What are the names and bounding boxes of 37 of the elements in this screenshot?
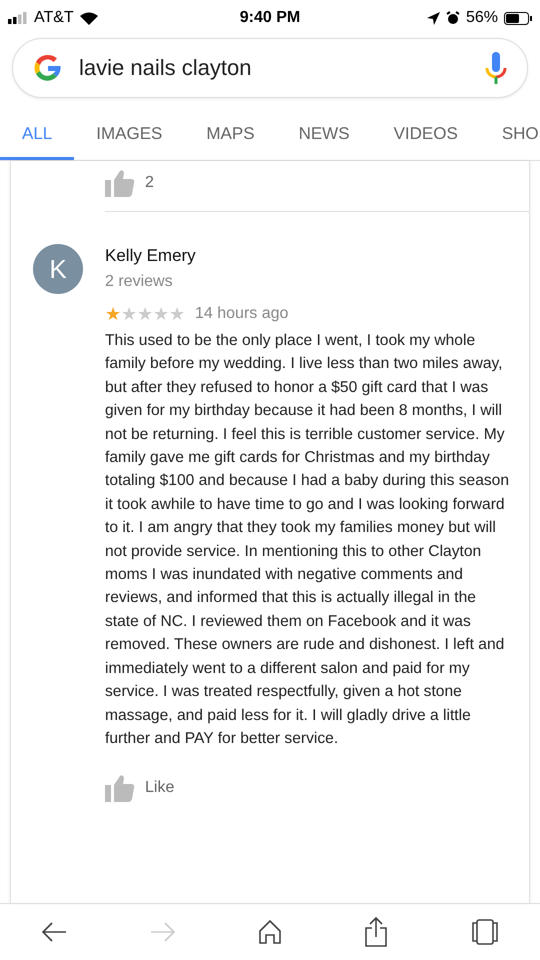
search-tab[interactable]: VIDEOS (372, 110, 480, 160)
avatar: K (33, 244, 83, 294)
share-icon (364, 917, 388, 947)
google-g-icon (33, 53, 63, 83)
search-tab[interactable]: NEWS (276, 110, 372, 160)
search-tab[interactable]: MAPS (184, 110, 277, 160)
star-icon: ★ (137, 305, 153, 323)
like-count: 2 (145, 174, 154, 192)
review-text: This used to be the only place I went, I took my whole family before my wedding. I live less than two miles away, but after they refused to honor a $50 gift card that I was given for my birthday because it had been 8 months, I will not be returning. I feel this is terrible customer service. My family gave me gift cards for Christmas and my birthday totaling $100 and because I had a baby during this season it took awhile to have time to go and I was looking forward to it. I am angry that they took my families money but will not provide service. In mentioning this to other Clayton moms I was inundated with negative comments and reviews, and informed that this is actually illegal in the state of NC. I reviewed them on Facebook and it was removed. These owners are rude and dishonest. I left and immediately went to a different salon and paid for my service. I was treated respectfully, given a hot stone massage, and paid less for it. I will gladly drive a little further and PAY for better service. (105, 331, 509, 749)
carrier-name: AT&T (34, 9, 74, 27)
alarm-clock-icon (446, 11, 460, 25)
search-field[interactable]: lavie nails clayton (12, 38, 528, 98)
search-tab[interactable]: IMAGES (74, 110, 184, 160)
battery-icon (504, 12, 532, 24)
battery-percent: 56% (466, 9, 498, 27)
reviewer-name[interactable]: Kelly Emery (105, 246, 509, 266)
review-count: 2 reviews (105, 273, 174, 291)
star-icon: ★ (121, 305, 137, 323)
thumbs-up-icon (105, 774, 135, 802)
search-tab[interactable]: ALL (0, 110, 74, 160)
star-icon: ★ (105, 305, 121, 323)
like-button[interactable]: Like (145, 779, 174, 798)
search-tab[interactable]: SHO (480, 110, 540, 160)
signal-icon (8, 12, 28, 24)
review-time: 14 hours ago (195, 305, 288, 323)
search-query: lavie nails clayton (79, 55, 252, 81)
star-icon: ★ (153, 305, 169, 323)
wifi-icon (80, 12, 98, 24)
home-icon (258, 920, 282, 944)
star-icon: ★ (169, 305, 185, 323)
back-arrow-icon (41, 921, 68, 943)
microphone-icon[interactable] (485, 52, 507, 84)
location-arrow-icon (426, 12, 440, 24)
clock-time: 9:40 PM (240, 9, 300, 27)
forward-arrow-icon (150, 921, 176, 943)
tabs-icon (470, 919, 499, 945)
thumbs-up-icon (105, 169, 135, 197)
